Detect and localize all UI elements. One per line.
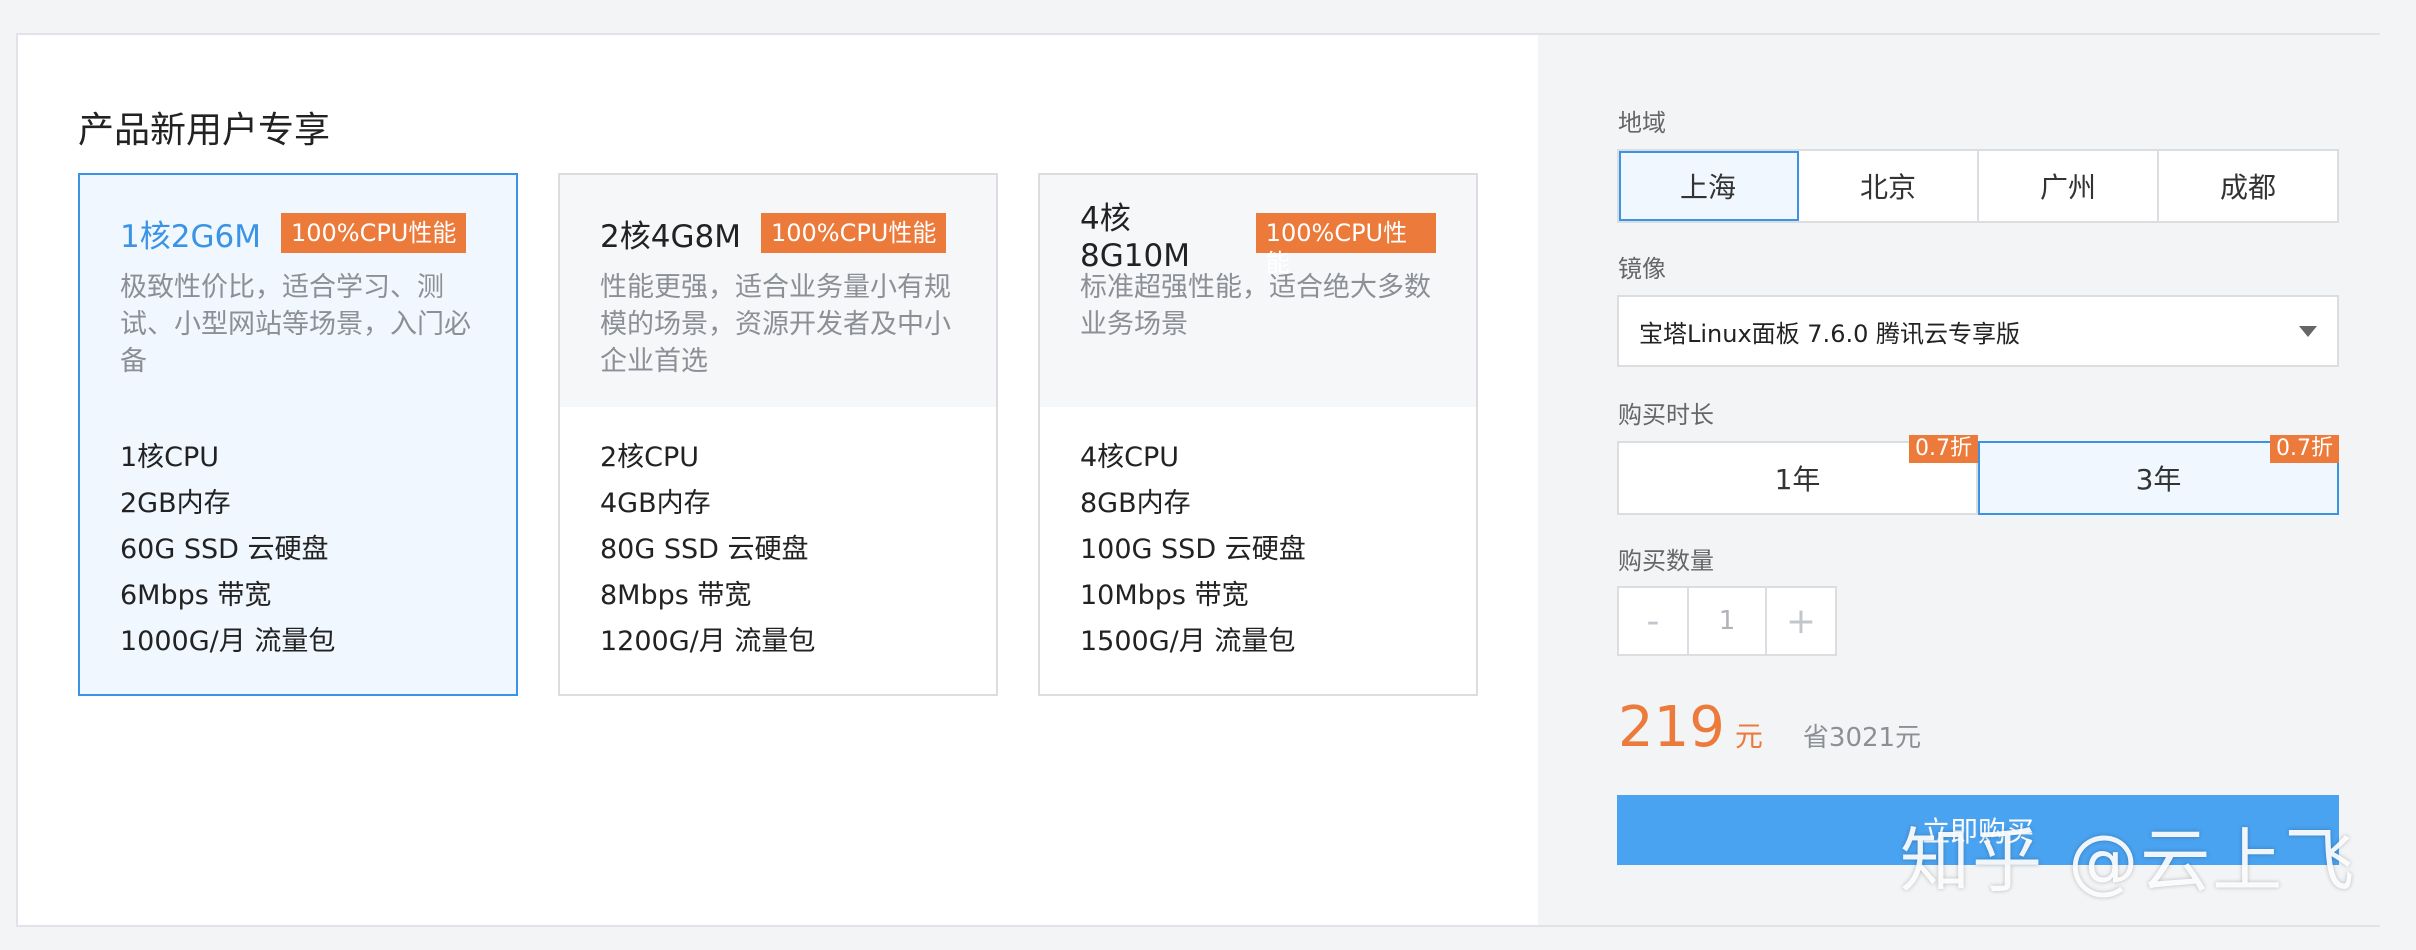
plan-specs: 2核CPU 4GB内存 80G SSD 云硬盘 8Mbps 带宽 1200G/月… [560,407,996,665]
discount-tag: 0.7折 [2270,435,2339,463]
quantity-label: 购买数量 [1618,547,1714,575]
price-value: 219 [1618,695,1725,760]
plan-name: 4核8G10M [1080,200,1190,274]
plan-name: 2核4G8M [600,218,741,255]
region-option-guangzhou[interactable]: 广州 [1979,151,2159,221]
cpu-badge: 100%CPU性能 [1255,213,1436,277]
spec-memory: 2GB内存 [120,488,231,519]
cpu-badge: 100%CPU性能 [280,213,467,253]
spec-bandwidth: 10Mbps 带宽 [1080,580,1249,611]
product-section: 产品新用户专享 1核2G6M 100%CPU性能 极致性价比，适合学习、测试、小… [18,35,1538,925]
spec-cpu: 1核CPU [120,442,220,473]
plan-card-3[interactable]: 4核8G10M 100%CPU性能 标准超强性能，适合绝大多数业务场景 4核CP… [1038,173,1478,696]
duration-option-label: 3年 [2135,463,2182,496]
watermark: 知乎 @云上飞 [1900,820,2357,902]
spec-disk: 80G SSD 云硬盘 [600,534,809,565]
region-selector: 上海 北京 广州 成都 [1617,149,2339,223]
region-label: 地域 [1618,109,1666,137]
plan-card-head: 2核4G8M 100%CPU性能 性能更强，适合业务量小有规模的场景，资源开发者… [560,175,996,407]
pricing-panel: 产品新用户专享 1核2G6M 100%CPU性能 极致性价比，适合学习、测试、小… [16,33,2380,927]
spec-traffic: 1200G/月 流量包 [600,626,816,657]
plan-description: 极致性价比，适合学习、测试、小型网站等场景，入门必备 [120,272,471,377]
region-option-beijing[interactable]: 北京 [1799,151,1979,221]
caret-down-icon [2299,325,2317,337]
spec-bandwidth: 6Mbps 带宽 [120,580,272,611]
section-title: 产品新用户专享 [78,110,331,151]
duration-option-label: 1年 [1774,463,1821,496]
spec-cpu: 2核CPU [600,442,700,473]
plan-specs: 4核CPU 8GB内存 100G SSD 云硬盘 10Mbps 带宽 1500G… [1040,407,1476,665]
spec-memory: 8GB内存 [1080,488,1191,519]
savings-text: 省3021元 [1802,723,1922,753]
quantity-stepper: - 1 + [1617,586,1837,656]
plan-card-head: 1核2G6M 100%CPU性能 极致性价比，适合学习、测试、小型网站等场景，入… [80,175,516,407]
spec-disk: 60G SSD 云硬盘 [120,534,329,565]
spec-traffic: 1000G/月 流量包 [120,626,336,657]
spec-bandwidth: 8Mbps 带宽 [600,580,752,611]
spec-cpu: 4核CPU [1080,442,1180,473]
region-option-shanghai[interactable]: 上海 [1619,151,1799,221]
spec-disk: 100G SSD 云硬盘 [1080,534,1306,565]
plan-card-head: 4核8G10M 100%CPU性能 标准超强性能，适合绝大多数业务场景 [1040,175,1476,407]
region-option-chengdu[interactable]: 成都 [2159,151,2337,221]
decrement-button[interactable]: - [1619,588,1687,654]
duration-label: 购买时长 [1618,401,1714,429]
spec-traffic: 1500G/月 流量包 [1080,626,1296,657]
duration-selector: 1年 0.7折 3年 0.7折 [1617,435,2339,515]
plan-card-1[interactable]: 1核2G6M 100%CPU性能 极致性价比，适合学习、测试、小型网站等场景，入… [78,173,518,696]
duration-option-3-year[interactable]: 3年 0.7折 [1978,435,2339,515]
plan-card-2[interactable]: 2核4G8M 100%CPU性能 性能更强，适合业务量小有规模的场景，资源开发者… [558,173,998,696]
increment-button[interactable]: + [1767,588,1835,654]
config-panel: 地域 上海 北京 广州 成都 镜像 宝塔Linux面板 7.6.0 腾讯云专享版… [1538,35,2380,925]
image-select[interactable]: 宝塔Linux面板 7.6.0 腾讯云专享版 [1617,295,2339,367]
price-unit: 元 [1734,720,1763,753]
spec-memory: 4GB内存 [600,488,711,519]
cpu-badge: 100%CPU性能 [760,213,947,253]
plan-description: 标准超强性能，适合绝大多数业务场景 [1080,272,1431,340]
image-select-value: 宝塔Linux面板 7.6.0 腾讯云专享版 [1639,319,2020,348]
plan-description: 性能更强，适合业务量小有规模的场景，资源开发者及中小企业首选 [600,272,951,377]
plan-specs: 1核CPU 2GB内存 60G SSD 云硬盘 6Mbps 带宽 1000G/月… [80,407,516,665]
quantity-input[interactable]: 1 [1687,588,1767,654]
price-row: 219 元 省3021元 [1618,695,1921,760]
duration-option-1-year[interactable]: 1年 0.7折 [1617,435,1978,515]
discount-tag: 0.7折 [1909,435,1978,463]
plan-name: 1核2G6M [120,218,261,255]
image-label: 镜像 [1618,255,1666,283]
